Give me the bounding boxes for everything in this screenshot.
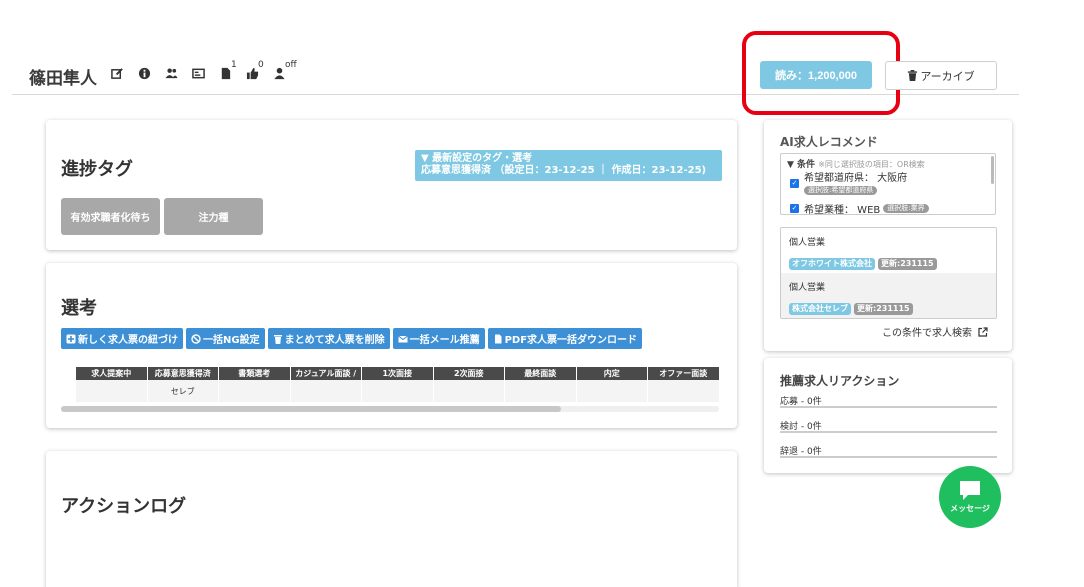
plus-square-icon [66, 334, 76, 343]
job-type: 個人営業 [789, 238, 826, 248]
list-item[interactable]: 個人営業 株式会社セレブ 更新:231115 [781, 273, 996, 318]
message-button[interactable]: メッセージ [939, 466, 1001, 528]
header-icons: 1 0 off [110, 60, 299, 80]
company-badge[interactable]: オフホワイト株式会社 [789, 258, 875, 270]
conditions-note: ※同じ選択肢の項目：OR検索 [818, 160, 925, 169]
ban-icon [191, 333, 201, 344]
file-icon [494, 334, 502, 343]
agent-icon[interactable]: off [272, 60, 297, 80]
highlight-box [742, 31, 900, 115]
trash-icon [908, 70, 918, 81]
condition-item: ✓ 希望都道府県： 大阪府 選択肢:希望都道府県 [790, 169, 907, 195]
document-count: 1 [231, 60, 237, 70]
list-item[interactable]: 個人営業 オフホワイト株式会社 更新:231115 [781, 228, 996, 273]
selection-title: 選考 [61, 298, 97, 319]
table-cell [648, 380, 720, 402]
chat-bubble-icon [960, 481, 980, 500]
bulk-mail-label: 一括メール推薦 [409, 335, 480, 346]
column-header: 求人提案中 [76, 367, 148, 380]
checkbox[interactable]: ✓ [790, 179, 799, 188]
edit-icon[interactable] [110, 66, 124, 80]
bulk-delete-label: まとめて求人票を削除 [284, 335, 385, 346]
selection-table: 求人提案中 応募意思獲得済 書類選考 カジュアル面談 / 1次面接 2次面接 最… [76, 367, 720, 402]
table-cell [505, 380, 577, 402]
link-job-button[interactable]: 新しく求人票の紐づけ [61, 328, 183, 349]
job-type: 個人営業 [789, 283, 826, 293]
progress-tag-card: 進捗タグ ▼ 最新設定のタグ・選考 応募意思獲得済 （設定日：23-12-25 … [46, 120, 737, 250]
job-search-link[interactable]: この条件で求人検索 [882, 324, 988, 339]
id-card-icon[interactable] [191, 66, 205, 80]
table-cell [219, 380, 291, 402]
checkbox[interactable]: ✓ [790, 204, 799, 213]
ai-recommend-card: AI求人レコメンド ▼ 条件 ※同じ選択肢の項目：OR検索 ✓ 希望都道府県： … [764, 120, 1012, 351]
updated-badge: 更新:231115 [878, 258, 937, 270]
column-header: 2次面接 [433, 367, 505, 380]
external-link-icon [978, 326, 988, 337]
recommend-list: 個人営業 オフホワイト株式会社 更新:231115 個人営業 株式会社セレブ 更新:… [780, 227, 997, 319]
column-header: オファー面談 [648, 367, 720, 380]
reaction-card: 推薦求人リアクション 応募 - 0件 検討 - 0件 辞退 - 0件 [764, 358, 1012, 473]
tag-button[interactable]: 注力種 [164, 198, 263, 235]
condition-source-badge: 選択肢:業界 [883, 204, 929, 213]
bulk-ng-button[interactable]: 一括NG設定 [186, 328, 265, 349]
document-icon[interactable]: 1 [218, 60, 237, 80]
latest-tag-line2: 応募意思獲得済 （設定日：23-12-25 ｜ 作成日：23-12-25) [421, 165, 707, 176]
bulk-delete-button[interactable]: まとめて求人票を削除 [267, 328, 390, 349]
condition-label: 希望業種： WEB [804, 205, 881, 215]
latest-tag-banner[interactable]: ▼ 最新設定のタグ・選考 応募意思獲得済 （設定日：23-12-25 ｜ 作成日… [415, 150, 722, 181]
tag-button[interactable]: 有効求職者化待ち [61, 198, 160, 235]
info-icon[interactable] [137, 66, 151, 80]
agent-status: off [285, 60, 297, 70]
column-header: 最終面談 [505, 367, 577, 380]
bulk-mail-button[interactable]: 一括メール推薦 [392, 328, 485, 349]
reaction-row: 辞退 - 0件 [780, 444, 997, 458]
action-log-title: アクションログ [61, 496, 187, 517]
vertical-scrollbar[interactable] [991, 156, 994, 184]
archive-label: アーカイブ [920, 70, 975, 83]
condition-label: 希望都道府県： 大阪府 [804, 173, 908, 184]
progress-tag-title: 進捗タグ [61, 159, 133, 180]
conditions-box[interactable]: ▼ 条件 ※同じ選択肢の項目：OR検索 ✓ 希望都道府県： 大阪府 選択肢:希望… [780, 153, 996, 215]
envelope-icon [397, 335, 408, 342]
table-cell [576, 380, 648, 402]
selection-card: 選考 新しく求人票の紐づけ 一括NG設定 まとめて求人票を削除 一括メール推薦 … [46, 263, 737, 428]
thumbs-up-icon[interactable]: 0 [245, 60, 264, 80]
column-header: 内定 [576, 367, 648, 380]
table-cell[interactable]: セレブ [147, 380, 219, 402]
table-cell [433, 380, 505, 402]
reaction-row: 検討 - 0件 [780, 419, 997, 433]
job-search-label: この条件で求人検索 [882, 328, 972, 339]
column-header: 書類選考 [219, 367, 291, 380]
reaction-row: 応募 - 0件 [780, 394, 997, 408]
condition-source-badge: 選択肢:希望都道府県 [804, 186, 878, 195]
link-job-label: 新しく求人票の紐づけ [78, 335, 178, 346]
candidate-name: 篠田隼人 [29, 69, 97, 89]
like-count: 0 [258, 60, 264, 70]
action-log-card: アクションログ [46, 451, 737, 587]
column-header: 応募意思獲得済 [147, 367, 219, 380]
message-label: メッセージ [950, 504, 990, 513]
selection-actions: 新しく求人票の紐づけ 一括NG設定 まとめて求人票を削除 一括メール推薦 PDF… [61, 328, 645, 349]
latest-tag-line1: ▼ 最新設定のタグ・選考 [421, 153, 533, 164]
users-icon[interactable] [164, 66, 178, 80]
column-header: 1次面接 [362, 367, 434, 380]
reaction-title: 推薦求人リアクション [780, 374, 900, 388]
table-cell [76, 380, 148, 402]
table-cell [290, 380, 362, 402]
archive-button[interactable]: アーカイブ [885, 61, 997, 90]
updated-badge: 更新:231115 [854, 303, 913, 315]
scrollbar-thumb[interactable] [61, 406, 562, 412]
trash-icon [273, 334, 282, 344]
table-cell [362, 380, 434, 402]
company-badge[interactable]: 株式会社セレブ [789, 303, 851, 315]
pdf-download-label: PDF求人票一括ダウンロード [504, 335, 638, 346]
pdf-download-button[interactable]: PDF求人票一括ダウンロード [487, 328, 643, 349]
horizontal-scrollbar[interactable] [61, 406, 719, 412]
column-header: カジュアル面談 / [290, 367, 362, 380]
bulk-ng-label: 一括NG設定 [203, 335, 260, 346]
ai-recommend-title: AI求人レコメンド [780, 135, 878, 149]
condition-item: ✓ 希望業種： WEB 選択肢:業界 [790, 201, 929, 215]
